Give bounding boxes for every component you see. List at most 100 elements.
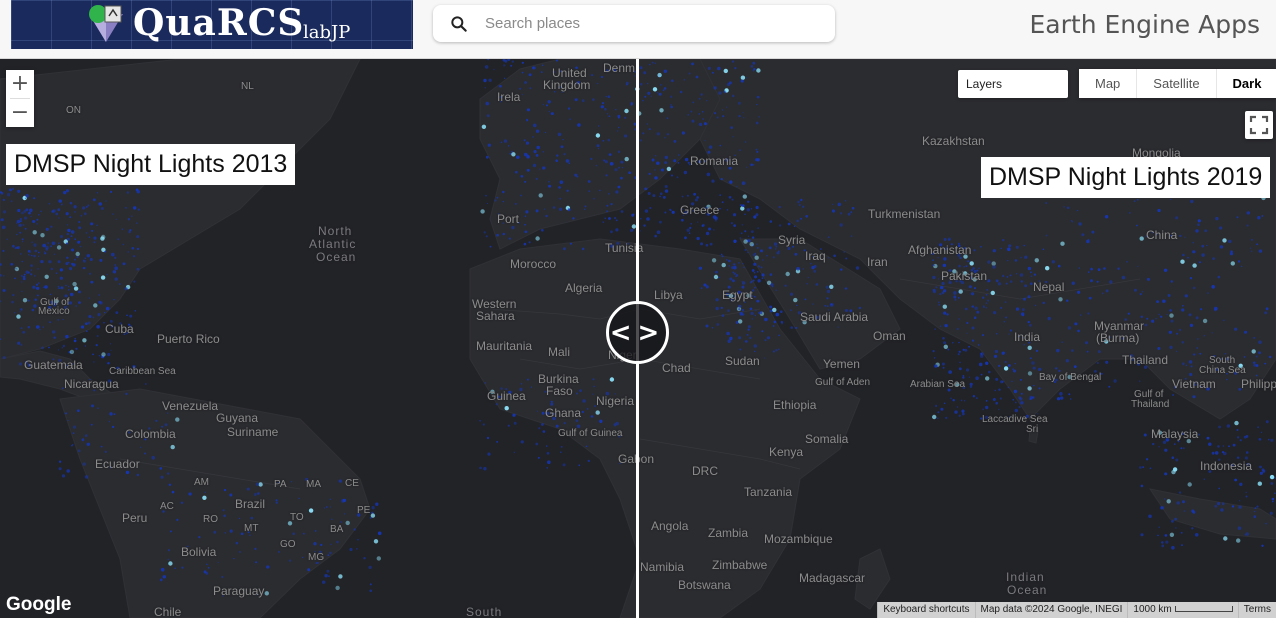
night-light-point	[521, 94, 523, 96]
night-light-point	[1146, 277, 1150, 281]
place-label: Caribbean Sea	[109, 366, 176, 377]
night-light-point	[789, 292, 794, 296]
night-light-point	[1144, 323, 1148, 327]
search-input[interactable]	[485, 5, 825, 42]
layers-select[interactable]: Layers	[958, 70, 1068, 98]
night-light-point	[1069, 398, 1072, 400]
quarcs-logo[interactable]: QuaRCS labJP	[11, 0, 413, 49]
scale-control[interactable]: 1000 km	[1127, 602, 1237, 618]
place-label: Guinea	[487, 389, 526, 403]
map-type-satellite-button[interactable]: Satellite	[1137, 69, 1217, 98]
night-light-point	[14, 312, 16, 314]
place-label: Chile	[154, 605, 182, 618]
night-light-point	[757, 265, 760, 268]
night-light-point	[78, 290, 81, 294]
night-light-point	[1237, 526, 1242, 530]
night-light-point	[654, 169, 656, 171]
night-light-point	[700, 93, 703, 96]
night-light-point	[1218, 425, 1221, 429]
night-light-point	[697, 221, 699, 223]
night-light-point	[935, 286, 938, 289]
night-light-point	[1217, 445, 1220, 448]
night-light-point	[751, 236, 755, 239]
night-light-point	[368, 565, 372, 570]
night-light-point	[1253, 510, 1256, 513]
night-light-point	[745, 141, 747, 143]
night-light-point	[750, 163, 753, 167]
night-light-point	[45, 227, 49, 231]
night-light-point	[338, 574, 343, 579]
night-light-point	[18, 362, 22, 366]
night-light-point	[775, 312, 780, 317]
night-light-point	[139, 446, 142, 448]
night-light-point	[985, 302, 988, 304]
map-type-dark-button[interactable]: Dark	[1216, 69, 1276, 98]
fullscreen-button[interactable]	[1245, 111, 1273, 139]
swipe-handle[interactable]: <>	[606, 301, 669, 364]
night-light-point	[1181, 341, 1185, 344]
night-light-point	[756, 68, 761, 73]
night-light-point	[747, 200, 750, 203]
place-label: Nicaragua	[64, 377, 119, 391]
keyboard-shortcuts-link[interactable]: Keyboard shortcuts	[877, 602, 974, 618]
night-light-point	[520, 440, 524, 444]
night-light-point	[1260, 431, 1263, 434]
night-light-point	[843, 251, 845, 253]
night-light-point	[257, 492, 260, 495]
night-light-point	[938, 303, 941, 306]
night-light-point	[738, 262, 740, 264]
night-light-point	[1013, 389, 1018, 394]
night-light-point	[24, 216, 28, 220]
terms-link[interactable]: Terms	[1237, 602, 1276, 618]
place-label: Guatemala	[24, 358, 83, 372]
night-light-point	[98, 294, 100, 296]
night-light-point	[1164, 498, 1166, 500]
night-light-point	[757, 279, 761, 283]
night-light-point	[53, 336, 56, 339]
night-light-point	[593, 385, 595, 388]
night-light-point	[1201, 244, 1205, 248]
night-light-point	[639, 139, 642, 142]
night-light-point	[709, 242, 713, 246]
night-light-point	[66, 469, 70, 473]
night-light-point	[639, 66, 643, 70]
place-label: Philipp	[1241, 377, 1276, 391]
map-canvas[interactable]: United Kingdom Denm Irela NL ON North At…	[0, 59, 1276, 618]
night-light-point	[654, 155, 657, 157]
zoom-out-button[interactable]: −	[6, 99, 34, 127]
night-light-point	[798, 204, 801, 206]
night-light-point	[1060, 241, 1065, 246]
night-light-point	[55, 272, 58, 274]
night-light-point	[832, 203, 834, 205]
night-light-point	[1020, 401, 1024, 405]
night-light-point	[535, 236, 540, 241]
night-light-point	[763, 357, 765, 359]
night-light-point	[1232, 443, 1236, 447]
night-light-point	[1172, 393, 1175, 397]
night-light-point	[1181, 308, 1185, 312]
night-light-point	[615, 108, 617, 111]
night-light-point	[535, 177, 538, 180]
night-light-point	[663, 69, 668, 73]
night-light-point	[133, 280, 136, 283]
night-light-point	[330, 543, 332, 545]
night-light-point	[832, 211, 835, 213]
night-light-point	[664, 136, 666, 139]
place-label: Greece	[680, 203, 720, 217]
night-light-point	[711, 327, 714, 329]
map-type-map-button[interactable]: Map	[1079, 69, 1138, 98]
night-light-point	[726, 106, 728, 108]
night-light-point	[2, 210, 7, 214]
night-light-point	[0, 263, 2, 266]
night-light-point	[97, 313, 101, 317]
night-light-point	[69, 216, 72, 219]
night-light-point	[1268, 355, 1272, 359]
night-light-point	[1258, 438, 1262, 441]
night-light-point	[702, 118, 704, 120]
zoom-in-button[interactable]: +	[6, 70, 34, 98]
night-light-point	[981, 334, 985, 337]
night-light-point	[1192, 250, 1196, 254]
night-light-point	[516, 155, 520, 159]
search-icon[interactable]	[449, 14, 469, 34]
night-light-point	[750, 230, 754, 234]
